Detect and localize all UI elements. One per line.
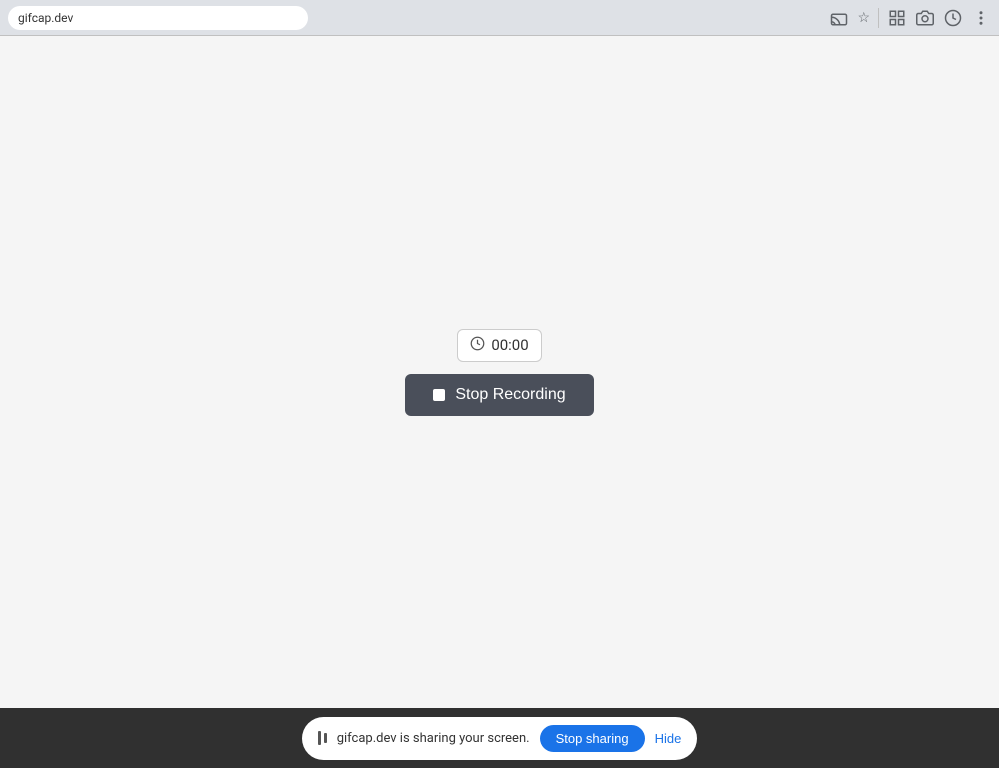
screen-sharing-bar: gifcap.dev is sharing your screen. Stop … (0, 708, 999, 768)
sharing-bar-1 (318, 731, 321, 745)
screenshot-icon[interactable] (915, 8, 935, 28)
browser-icons: ☆ (829, 8, 991, 28)
url-bar[interactable]: gifcap.dev (8, 6, 308, 30)
sharing-bar-2 (324, 733, 327, 743)
extensions-icon[interactable] (887, 8, 907, 28)
browser-chrome: gifcap.dev ☆ (0, 0, 999, 36)
url-text: gifcap.dev (18, 11, 73, 25)
timer-text: 00:00 (491, 336, 528, 354)
cast-icon[interactable] (829, 8, 849, 28)
main-content: 00:00 Stop Recording (0, 36, 999, 708)
stop-icon (433, 389, 445, 401)
stop-recording-button[interactable]: Stop Recording (405, 374, 593, 416)
timer-display: 00:00 (457, 329, 541, 362)
history-icon[interactable] (943, 8, 963, 28)
stop-sharing-button[interactable]: Stop sharing (540, 725, 645, 752)
sharing-indicator (318, 731, 327, 745)
bookmark-icon[interactable]: ☆ (857, 10, 870, 26)
stop-recording-label: Stop Recording (455, 386, 565, 404)
hide-button[interactable]: Hide (655, 731, 682, 746)
timer-icon (470, 336, 485, 355)
divider (878, 8, 879, 28)
sharing-text: gifcap.dev is sharing your screen. (337, 731, 530, 746)
sharing-notification: gifcap.dev is sharing your screen. Stop … (302, 717, 698, 760)
menu-icon[interactable] (971, 8, 991, 28)
